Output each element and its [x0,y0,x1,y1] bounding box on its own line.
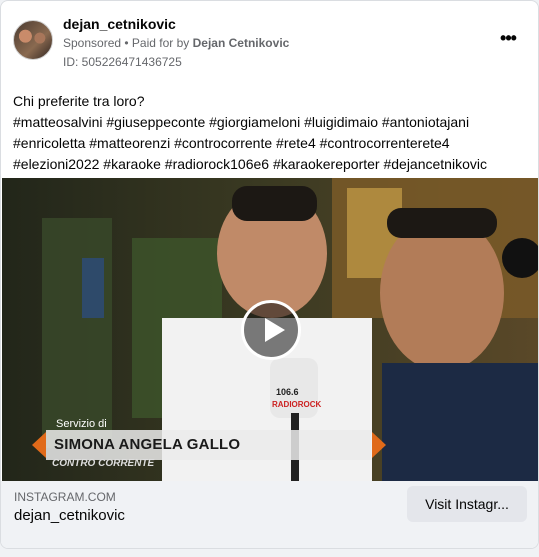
mic-label-top: 106.6 [276,387,299,397]
ad-id: ID: 505226471436725 [63,55,182,69]
ad-card: dejan_cetnikovic Sponsored • Paid for by… [0,0,539,549]
more-options-icon[interactable]: ••• [496,29,520,51]
show-logo: CONTRO CORRENTE [52,458,155,469]
link-footer[interactable]: INSTAGRAM.COM dejan_cetnikovic Visit Ins… [1,481,538,548]
link-domain: INSTAGRAM.COM [14,490,116,504]
paid-for-name: Dejan Cetnikovic [192,36,290,50]
hashtags-line[interactable]: #matteosalvini #giuseppeconte #giorgiame… [13,112,528,133]
sponsored-label: Sponsored [63,36,122,50]
link-title[interactable]: dejan_cetnikovic [14,507,125,524]
post-question: Chi preferite tra loro? [13,93,145,109]
lower-third-overlay: Servizio di SIMONA ANGELA GALLO CONTRO C… [32,418,387,478]
mic-label-brand: RADIOROCK [272,400,322,409]
overlay-caption: Servizio di [56,418,107,430]
arrow-right-icon [372,432,386,458]
paid-for-prefix: Paid for by [131,36,193,50]
hashtags-line[interactable]: #enricoletta #matteorenzi #controcorrent… [13,133,528,154]
play-icon[interactable] [241,300,301,360]
hashtags-line[interactable]: #elezioni2022 #karaoke #radiorock106e6 #… [13,154,528,175]
arrow-left-icon [32,432,46,458]
overlay-name: SIMONA ANGELA GALLO [54,436,241,453]
page-name-link[interactable]: dejan_cetnikovic [63,16,176,32]
sponsor-line: Sponsored • Paid for by Dejan Cetnikovic [63,36,289,50]
post-header: dejan_cetnikovic Sponsored • Paid for by… [13,13,526,73]
page-avatar[interactable] [13,20,53,60]
video-player[interactable]: 106.6 RADIOROCK Servizio di SIMONA ANGEL… [2,178,538,481]
separator-dot: • [121,36,132,50]
visit-instagram-button[interactable]: Visit Instagr... [407,486,527,522]
post-text: Chi preferite tra loro? #matteosalvini #… [13,91,528,175]
